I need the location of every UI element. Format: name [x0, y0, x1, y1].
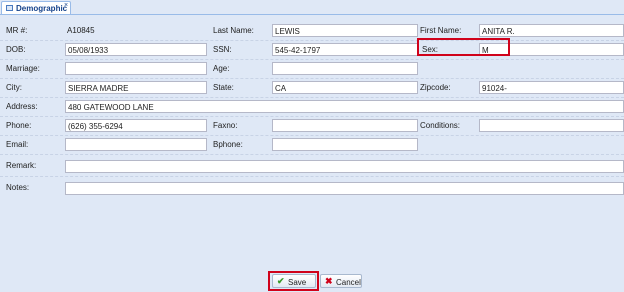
- footer-toolbar: ✔ Save ✖ Cancel: [0, 270, 624, 292]
- remark-label: Remark:: [6, 161, 37, 170]
- tab-strip: Demographic ×: [0, 0, 624, 15]
- email-field[interactable]: [65, 138, 207, 151]
- age-label: Age:: [213, 64, 230, 73]
- dob-field[interactable]: 05/08/1933: [65, 43, 207, 56]
- faxno-label: Faxno:: [213, 121, 238, 130]
- form-row: Phone: (626) 355-6294 Faxno: Conditions:: [0, 116, 624, 136]
- x-icon: ✖: [325, 276, 333, 286]
- remark-field[interactable]: [65, 160, 624, 173]
- state-field[interactable]: CA: [272, 81, 418, 94]
- save-highlight-box: [268, 271, 319, 291]
- state-label: State:: [213, 83, 234, 92]
- address-field[interactable]: 480 GATEWOOD LANE: [65, 100, 624, 113]
- mr-value: A10845: [67, 26, 95, 35]
- email-label: Email:: [6, 140, 29, 149]
- form-row: Email: Bphone:: [0, 135, 624, 155]
- first-name-field[interactable]: ANITA R.: [479, 24, 624, 37]
- form-icon: [6, 5, 13, 11]
- last-name-field[interactable]: LEWIS: [272, 24, 418, 37]
- zipcode-field[interactable]: 91024-: [479, 81, 624, 94]
- close-icon[interactable]: ×: [64, 2, 68, 9]
- last-name-label: Last Name:: [213, 26, 254, 35]
- phone-field[interactable]: (626) 355-6294: [65, 119, 207, 132]
- cancel-button-label: Cancel: [336, 278, 361, 287]
- bphone-field[interactable]: [272, 138, 418, 151]
- conditions-field[interactable]: [479, 119, 624, 132]
- tab-demographic[interactable]: Demographic ×: [1, 1, 71, 14]
- first-name-label: First Name:: [420, 26, 462, 35]
- tab-label: Demographic: [16, 4, 68, 13]
- faxno-field[interactable]: [272, 119, 418, 132]
- ssn-label: SSN:: [213, 45, 232, 54]
- phone-label: Phone:: [6, 121, 32, 130]
- mr-label: MR #:: [6, 26, 28, 35]
- marriage-label: Marriage:: [6, 64, 40, 73]
- ssn-field[interactable]: 545-42-1797: [272, 43, 418, 56]
- zipcode-label: Zipcode:: [420, 83, 451, 92]
- marriage-field[interactable]: [65, 62, 207, 75]
- city-field[interactable]: SIERRA MADRE: [65, 81, 207, 94]
- city-label: City:: [6, 83, 22, 92]
- notes-field[interactable]: [65, 182, 624, 195]
- form-row: Address: 480 GATEWOOD LANE: [0, 97, 624, 117]
- notes-label: Notes:: [6, 183, 30, 192]
- form-row: City: SIERRA MADRE State: CA Zipcode: 91…: [0, 78, 624, 98]
- form-row: Remark:: [0, 156, 624, 177]
- conditions-label: Conditions:: [420, 121, 461, 130]
- age-field[interactable]: [272, 62, 418, 75]
- bphone-label: Bphone:: [213, 140, 243, 149]
- sex-highlight-box: [417, 38, 510, 56]
- form-row: DOB: 05/08/1933 SSN: 545-42-1797 Sex: M: [0, 40, 624, 60]
- dob-label: DOB:: [6, 45, 26, 54]
- form-row: MR #: A10845 Last Name: LEWIS First Name…: [0, 21, 624, 41]
- form-row: Marriage: Age:: [0, 59, 624, 79]
- cancel-button[interactable]: ✖ Cancel: [320, 274, 362, 288]
- form-row: Notes:: [0, 178, 624, 198]
- demographic-form: MR #: A10845 Last Name: LEWIS First Name…: [0, 15, 624, 270]
- address-label: Address:: [6, 102, 38, 111]
